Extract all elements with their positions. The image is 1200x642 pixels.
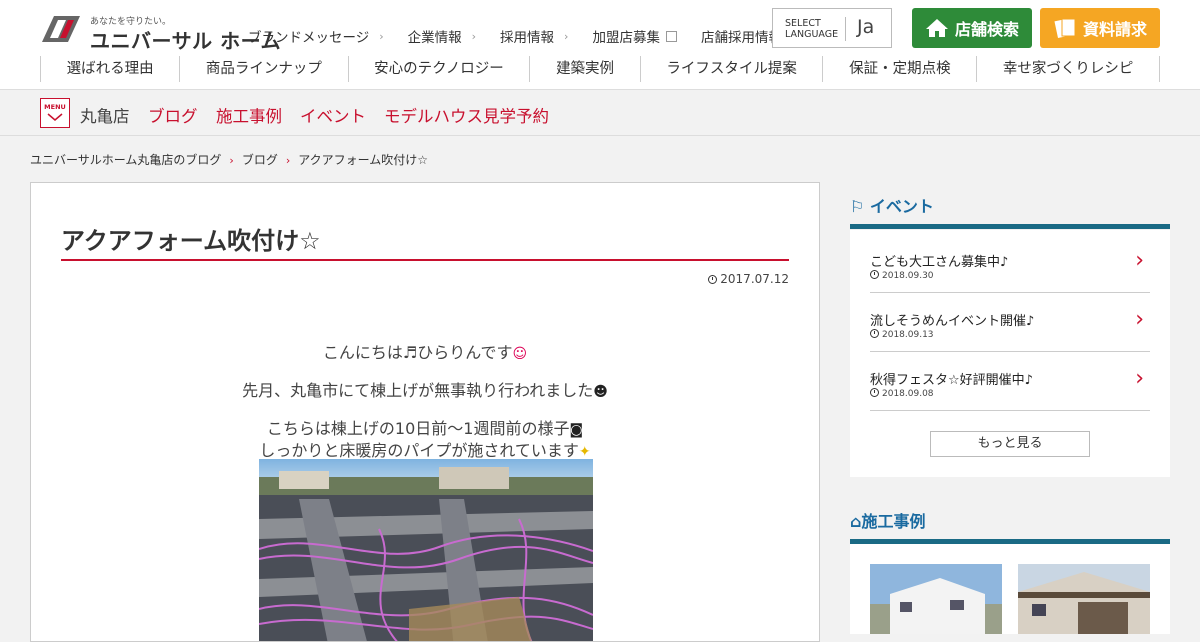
article-paragraph: 先月、丸亀市にて棟上げが無事執り行われました☻ bbox=[31, 377, 819, 401]
link-label: 企業情報 bbox=[407, 30, 462, 46]
white-house-photo bbox=[870, 564, 1002, 634]
store-search-label: 店舗検索 bbox=[954, 20, 1019, 39]
blog-article: アクアフォーム吹付け☆ 2017.07.12 こんにちは♬ひらりんです☺ 先月、… bbox=[30, 182, 820, 642]
title-underline bbox=[61, 259, 789, 261]
breadcrumb-current: アクアフォーム吹付け☆ bbox=[298, 153, 429, 167]
request-documents-button[interactable]: 資料請求 bbox=[1040, 8, 1160, 48]
chevron-right-icon: › bbox=[564, 29, 569, 43]
divider bbox=[845, 17, 846, 41]
breadcrumb-blog[interactable]: ブログ bbox=[242, 153, 278, 167]
chevron-right-icon: › bbox=[1135, 366, 1144, 391]
store-link-events[interactable]: イベント bbox=[300, 103, 366, 127]
camera-icon: ◙ bbox=[569, 422, 584, 438]
language-select-label: SELECT LANGUAGE bbox=[785, 18, 839, 40]
link-recruit[interactable]: 採用情報 › bbox=[500, 26, 569, 47]
brand-logo[interactable]: あなたを守りたい。 ユニバーサル ホーム bbox=[40, 12, 280, 53]
article-date: 2017.07.12 bbox=[708, 272, 789, 286]
chevron-right-icon: › bbox=[379, 29, 384, 43]
link-company-info[interactable]: 企業情報 › bbox=[407, 26, 477, 47]
paragraph-text: しっかりと床暖房のパイプが施されています bbox=[259, 441, 579, 460]
event-item[interactable]: こども大工さん募集中♪ 2018.09.30 › bbox=[870, 234, 1150, 293]
clock-icon bbox=[870, 388, 879, 397]
event-title: 流しそうめんイベント開催♪ bbox=[870, 314, 1035, 329]
event-title: 秋得フェスタ☆好評開催中♪ bbox=[870, 373, 1033, 388]
menu-button[interactable]: MENU bbox=[40, 98, 70, 128]
external-link-icon bbox=[665, 30, 677, 42]
breadcrumb-store-blog[interactable]: ユニバーサルホーム丸亀店のブログ bbox=[30, 153, 221, 167]
event-item[interactable]: 流しそうめんイベント開催♪ 2018.09.13 › bbox=[870, 293, 1150, 352]
paragraph-text: こちらは棟上げの10日前～1週間前の様子 bbox=[266, 419, 570, 438]
link-label: 加盟店募集 bbox=[592, 30, 660, 46]
store-link-construction-cases[interactable]: 施工事例 bbox=[216, 103, 282, 127]
nav-product-lineup[interactable]: 商品ラインナップ bbox=[179, 56, 347, 82]
logo-mark-icon bbox=[42, 16, 80, 42]
events-list: こども大工さん募集中♪ 2018.09.30 › 流しそうめんイベント開催♪ 2… bbox=[850, 230, 1170, 477]
utility-links: ブランドメッセージ › 企業情報 › 採用情報 › 加盟店募集 店舗採用情報 bbox=[248, 26, 823, 46]
clock-icon bbox=[870, 270, 879, 279]
events-heading-bar bbox=[850, 224, 1170, 229]
cases-heading-text: 施工事例 bbox=[861, 512, 926, 531]
site-header: あなたを守りたい。 ユニバーサル ホーム ブランドメッセージ › 企業情報 › 採用… bbox=[0, 0, 1200, 90]
paragraph-text: こんにちは♬ひらりんです bbox=[322, 343, 513, 362]
chevron-right-icon: › bbox=[1135, 307, 1144, 332]
article-paragraph: こんにちは♬ひらりんです☺ bbox=[31, 339, 819, 363]
current-language: Ja bbox=[857, 16, 875, 38]
construction-cases-list bbox=[850, 544, 1170, 634]
language-selector[interactable]: SELECT LANGUAGE Ja bbox=[772, 8, 892, 48]
link-label: ブランドメッセージ bbox=[248, 30, 370, 46]
store-link-model-house-reservation[interactable]: モデルハウス見学予約 bbox=[384, 103, 549, 127]
house-outline-icon: ⌂ bbox=[850, 512, 862, 531]
floor-heating-photo-illustration bbox=[259, 459, 593, 641]
store-name: 丸亀店 bbox=[80, 107, 130, 126]
bear-face-icon: ☻ bbox=[593, 384, 608, 400]
article-paragraph: しっかりと床暖房のパイプが施されています✦ bbox=[31, 437, 819, 461]
smiling-face-icon: ☺ bbox=[512, 346, 528, 362]
link-label: 採用情報 bbox=[500, 30, 555, 46]
nav-recipe[interactable]: 幸せ家づくりレシピ bbox=[976, 56, 1160, 82]
breadcrumb-separator-icon: › bbox=[229, 154, 234, 167]
nav-reasons[interactable]: 選ばれる理由 bbox=[40, 56, 179, 82]
nav-lifestyle[interactable]: ライフスタイル提案 bbox=[639, 56, 823, 82]
events-heading: ⚐ イベント bbox=[850, 193, 934, 217]
event-date: 2018.09.30 bbox=[870, 270, 934, 281]
clock-icon bbox=[708, 275, 718, 284]
house-icon bbox=[925, 19, 948, 37]
event-item[interactable]: 秋得フェスタ☆好評開催中♪ 2018.09.08 › bbox=[870, 352, 1150, 411]
construction-photo bbox=[259, 459, 593, 641]
breadcrumb: ユニバーサルホーム丸亀店のブログ › ブログ › アクアフォーム吹付け☆ bbox=[30, 151, 428, 168]
breadcrumb-separator-icon: › bbox=[285, 154, 291, 167]
flag-icon: ⚐ bbox=[850, 197, 865, 216]
event-date: 2018.09.13 bbox=[870, 329, 934, 340]
link-brand-message[interactable]: ブランドメッセージ › bbox=[248, 26, 384, 47]
store-search-button[interactable]: 店舗検索 bbox=[912, 8, 1032, 48]
chevron-down-icon bbox=[47, 113, 63, 121]
chevron-right-icon: › bbox=[1135, 248, 1144, 273]
documents-icon bbox=[1054, 18, 1076, 39]
events-heading-text: イベント bbox=[869, 197, 934, 216]
case-thumbnail[interactable] bbox=[1018, 564, 1150, 634]
main-navigation: 選ばれる理由 商品ラインナップ 安心のテクノロジー 建築実例 ライフスタイル提案… bbox=[40, 56, 1160, 82]
request-docs-label: 資料請求 bbox=[1082, 20, 1147, 39]
brown-house-photo bbox=[1018, 564, 1150, 634]
article-paragraph: こちらは棟上げの10日前～1週間前の様子◙ bbox=[31, 415, 819, 439]
article-date-text: 2017.07.12 bbox=[720, 272, 789, 286]
nav-building-examples[interactable]: 建築実例 bbox=[529, 56, 639, 82]
link-franchise[interactable]: 加盟店募集 bbox=[592, 26, 677, 46]
store-link-blog[interactable]: ブログ bbox=[148, 103, 198, 127]
article-title: アクアフォーム吹付け☆ bbox=[61, 227, 321, 255]
event-date: 2018.09.08 bbox=[870, 388, 934, 399]
event-title: こども大工さん募集中♪ bbox=[870, 255, 1009, 270]
cases-heading: ⌂施工事例 bbox=[850, 508, 925, 532]
store-navigation-bar: MENU 丸亀店 ブログ 施工事例 イベント モデルハウス見学予約 bbox=[0, 90, 1200, 136]
nav-warranty[interactable]: 保証・定期点検 bbox=[822, 56, 976, 82]
chevron-right-icon: › bbox=[471, 29, 477, 43]
link-label: 店舗採用情報 bbox=[700, 30, 782, 46]
case-thumbnail[interactable] bbox=[870, 564, 1002, 634]
events-more-button[interactable]: もっと見る bbox=[930, 431, 1090, 457]
sparkle-icon: ✦ bbox=[578, 444, 591, 460]
menu-label: MENU bbox=[44, 103, 66, 111]
nav-technology[interactable]: 安心のテクノロジー bbox=[347, 56, 530, 82]
clock-icon bbox=[870, 329, 879, 338]
paragraph-text: 先月、丸亀市にて棟上げが無事執り行われました bbox=[242, 381, 594, 400]
